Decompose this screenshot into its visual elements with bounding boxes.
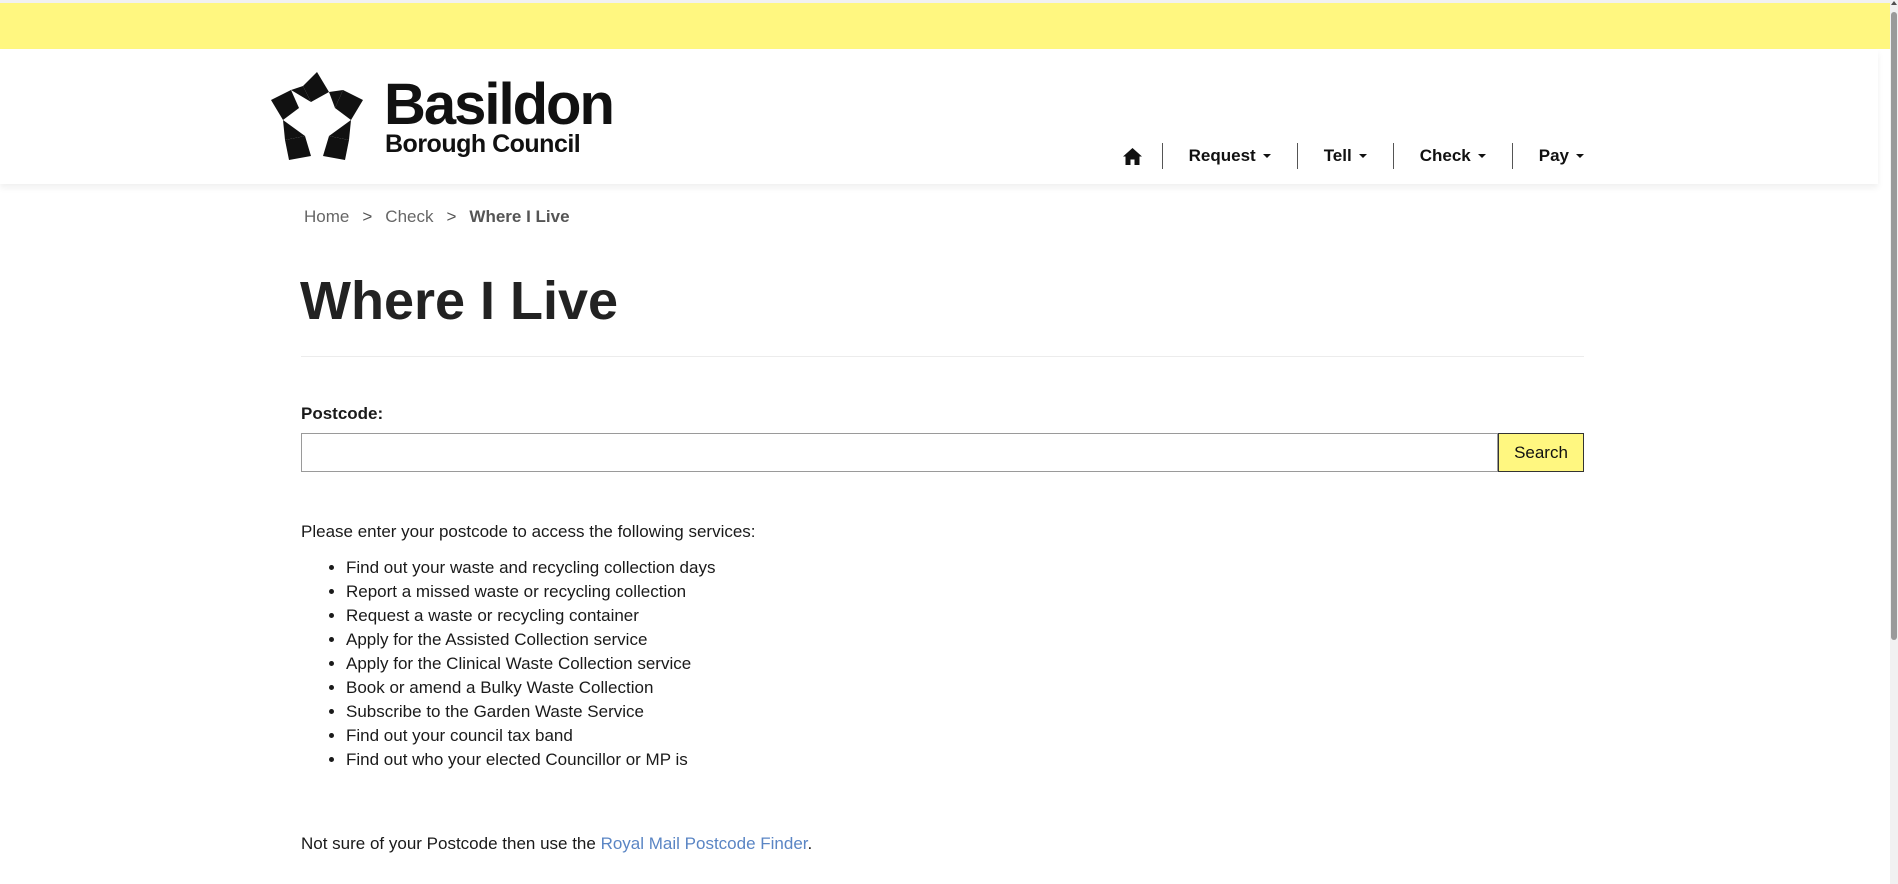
breadcrumb-current: Where I Live [469,207,570,226]
search-button[interactable]: Search [1498,433,1584,472]
services-intro: Please enter your postcode to access the… [301,522,756,541]
logo-wordmark: Basildon [384,72,615,137]
nav-request-label: Request [1188,146,1256,165]
list-item: Report a missed waste or recycling colle… [346,580,715,604]
postcode-finder-note: Not sure of your Postcode then use the R… [301,834,812,854]
council-logo[interactable]: Basildon Borough Council [267,72,617,168]
list-item: Apply for the Assisted Collection servic… [346,628,715,652]
caret-down-icon [1477,154,1486,158]
scroll-up-arrow-icon[interactable] [1891,1,1897,5]
list-item: Apply for the Clinical Waste Collection … [346,652,715,676]
finder-suffix: . [807,834,813,853]
list-item: Request a waste or recycling container [346,604,715,628]
list-item: Find out who your elected Councillor or … [346,748,715,772]
services-list: Find out your waste and recycling collec… [301,556,715,772]
breadcrumb-separator: > [362,207,373,226]
postcode-label: Postcode: [301,404,384,423]
main-nav: Request Tell Check Pay [1119,142,1584,170]
caret-down-icon [1262,154,1271,158]
nav-tell-label: Tell [1323,146,1352,165]
nav-check-label: Check [1419,146,1471,165]
logo-subtitle: Borough Council [385,130,581,158]
nav-pay-label: Pay [1538,146,1569,165]
breadcrumb-separator: > [446,207,457,226]
nav-pay-dropdown[interactable]: Pay [1513,146,1584,166]
nav-tell-dropdown[interactable]: Tell [1298,146,1393,166]
caret-down-icon [1358,154,1367,158]
home-icon [1122,147,1142,165]
list-item: Find out your council tax band [346,724,715,748]
page-title: Where I Live [300,271,619,331]
nav-home-button[interactable] [1119,142,1162,170]
nav-request-dropdown[interactable]: Request [1163,146,1297,166]
scrollbar-thumb[interactable] [1891,12,1897,640]
breadcrumb-home-link[interactable]: Home [304,207,349,227]
breadcrumb: Home > Check > Where I Live [304,207,570,227]
star-logo-icon [271,72,363,160]
caret-down-icon [1576,154,1584,158]
royal-mail-finder-link[interactable]: Royal Mail Postcode Finder [601,834,808,853]
postcode-input[interactable] [301,433,1498,472]
list-item: Find out your waste and recycling collec… [346,556,715,580]
nav-check-dropdown[interactable]: Check [1394,146,1512,166]
breadcrumb-check-link[interactable]: Check [385,207,433,227]
list-item: Subscribe to the Garden Waste Service [346,700,715,724]
title-divider [301,356,1584,357]
finder-prefix: Not sure of your Postcode then use the [301,834,601,853]
alert-banner [0,3,1890,49]
list-item: Book or amend a Bulky Waste Collection [346,676,715,700]
